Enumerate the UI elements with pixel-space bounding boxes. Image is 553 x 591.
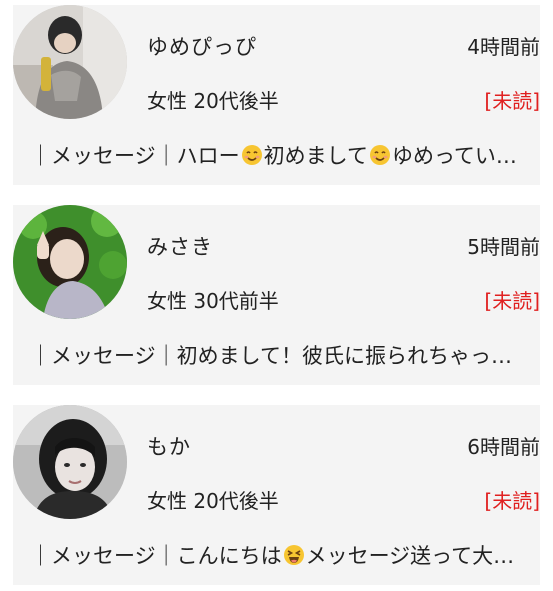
avatar-photo-icon (13, 5, 127, 119)
user-avatar[interactable] (13, 5, 127, 119)
unread-status-badge: [未読] (484, 489, 540, 513)
message-thread-card[interactable]: ゆめぴっぴ 4時間前 女性 20代後半 [未読] ｜メッセージ｜ハロー 初めまして… (13, 5, 540, 185)
user-avatar[interactable] (13, 405, 127, 519)
user-name: もか (147, 435, 191, 459)
user-profile-info: 女性 30代前半 (147, 289, 279, 313)
received-time: 5時間前 (467, 235, 540, 259)
message-preview-text: ゆめってい… (391, 144, 517, 168)
user-name: みさき (147, 235, 213, 259)
message-preview-text: 初めまして (263, 144, 368, 168)
message-preview: ｜メッセージ｜初めまして！彼氏に振られちゃっ… (30, 340, 530, 372)
user-avatar[interactable] (13, 205, 127, 319)
smiling-face-emoji-icon (369, 144, 391, 166)
received-time: 4時間前 (467, 35, 540, 59)
user-profile-info: 女性 20代後半 (147, 489, 279, 513)
message-thread-list: ゆめぴっぴ 4時間前 女性 20代後半 [未読] ｜メッセージ｜ハロー 初めまして… (0, 0, 553, 591)
message-preview: ｜メッセージ｜ハロー 初めまして ゆめってい… (30, 140, 530, 172)
message-thread-card[interactable]: みさき 5時間前 女性 30代前半 [未読] ｜メッセージ｜初めまして！彼氏に振… (13, 205, 540, 385)
user-name: ゆめぴっぴ (147, 35, 257, 59)
avatar-photo-icon (13, 205, 127, 319)
user-profile-info: 女性 20代後半 (147, 89, 279, 113)
message-preview-text: ｜メッセージ｜初めまして！彼氏に振られちゃっ… (30, 344, 512, 368)
message-thread-card[interactable]: もか 6時間前 女性 20代後半 [未読] ｜メッセージ｜こんにちは メッセージ送… (13, 405, 540, 585)
message-preview-text: ｜メッセージ｜こんにちは (30, 544, 282, 568)
smiling-face-emoji-icon (241, 144, 263, 166)
unread-status-badge: [未読] (484, 89, 540, 113)
laughing-face-emoji-icon (283, 544, 305, 566)
unread-status-badge: [未読] (484, 289, 540, 313)
message-preview: ｜メッセージ｜こんにちは メッセージ送って大… (30, 540, 530, 572)
message-preview-text: ｜メッセージ｜ハロー (30, 144, 240, 168)
message-preview-text: メッセージ送って大… (305, 544, 515, 568)
received-time: 6時間前 (467, 435, 540, 459)
avatar-photo-icon (13, 405, 127, 519)
